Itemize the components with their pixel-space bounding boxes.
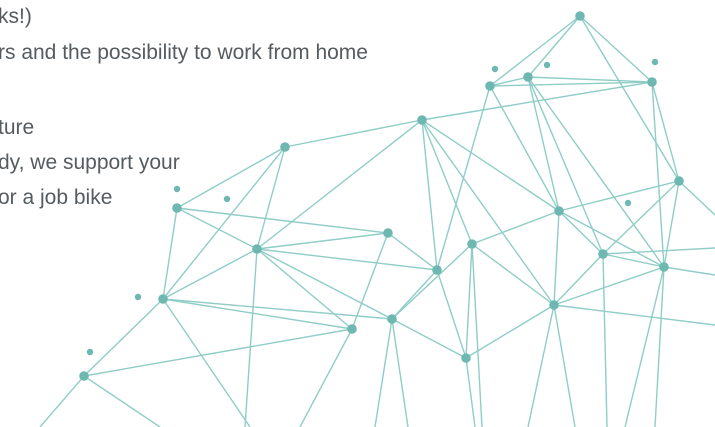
network-edge [471,243,483,427]
network-edge [176,146,286,209]
network-edge [579,15,653,83]
network-edge [602,253,608,427]
network-node [461,353,471,363]
network-node [598,249,608,259]
network-edge [558,180,680,212]
network-edge [162,298,353,330]
network-node [172,203,182,213]
network-edge [527,76,560,212]
network-edge [465,304,555,359]
page: ks!) rs and the possibility to work from… [0,0,715,427]
network-node [659,262,669,272]
network-dot [134,293,142,301]
network-graphic [39,11,715,427]
network-node [417,115,427,125]
network-node [347,324,357,334]
network-node [554,206,564,216]
network-edge [489,15,581,87]
network-node [432,265,442,275]
network-node [575,11,585,21]
network-node [523,72,533,82]
network-edge [527,76,653,83]
network-edge [39,375,85,427]
network-edge [391,269,438,320]
network-node [158,294,168,304]
network-edge [421,119,560,212]
network-edge [83,375,161,427]
network-node [674,176,684,186]
network-edge [256,248,438,271]
network-edge [162,298,251,427]
network-dot [173,185,181,193]
network-edge [465,243,473,359]
network-edge [558,210,665,268]
network-node [252,244,262,254]
network-edge [162,146,286,300]
network-edge [465,357,476,427]
network-edge [602,247,715,255]
network-dot [624,199,632,207]
network-edge [654,266,665,427]
network-dot [86,348,94,356]
network-edge [651,81,680,182]
network-edge [678,180,715,216]
network-edge [256,232,389,250]
network-edge [553,266,665,306]
network-edge [374,318,393,427]
network-edge [256,146,286,250]
network-edge [579,15,680,182]
network-node [280,142,290,152]
network-edges [39,15,715,427]
network-node [485,81,495,91]
network-edge [663,266,715,276]
network-edge [391,318,409,427]
network-dot [543,61,551,69]
network-edge [421,119,438,271]
network-node [383,228,393,238]
network-nodes [79,11,684,381]
network-edge [527,15,581,78]
network-edge [299,328,353,427]
network-edge [162,248,258,300]
network-edge [553,304,715,326]
network-edge [624,266,665,427]
network-node [387,314,397,324]
network-dot [223,195,231,203]
network-dot [651,58,659,66]
network-edge [651,81,665,268]
network-edge [256,248,353,330]
network-edge [553,253,604,306]
network-edge [471,210,560,245]
network-edge [471,243,555,306]
network-edge [553,304,576,427]
network-edge [244,248,258,427]
network-node [467,239,477,249]
network-node [647,77,657,87]
network-edge [602,253,665,268]
network-edge [176,207,258,250]
network-edge [421,119,555,306]
network-edge [162,207,178,300]
network-dot [491,65,499,73]
network-edge [256,119,423,250]
network-edge [284,119,423,148]
network-edge [553,210,560,306]
network-node [549,300,559,310]
network-edge [162,298,393,320]
network-edge [527,304,555,427]
network-node [79,371,89,381]
network-edge [421,119,473,245]
network-edge [391,243,473,320]
network-edge [558,210,604,255]
